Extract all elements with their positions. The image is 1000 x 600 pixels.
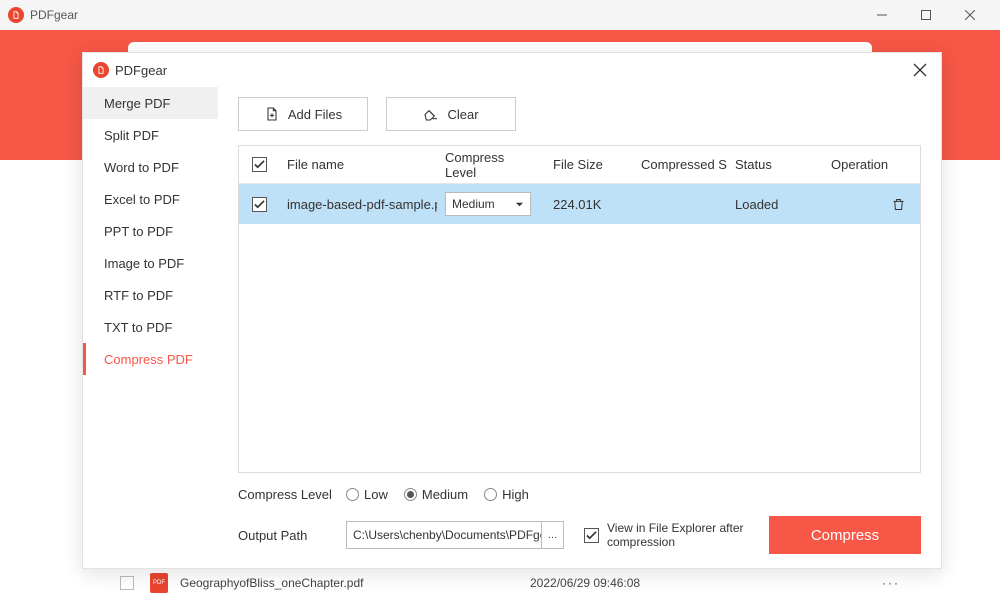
compress-button-label: Compress (811, 527, 879, 544)
sidebar-item-label: TXT to PDF (104, 320, 172, 335)
sidebar-item-txt[interactable]: TXT to PDF (83, 311, 218, 343)
radio-icon (404, 488, 417, 501)
close-button[interactable] (948, 0, 992, 30)
radio-medium[interactable]: Medium (404, 487, 468, 502)
sidebar-item-split[interactable]: Split PDF (83, 119, 218, 151)
sidebar-item-label: Merge PDF (104, 96, 170, 111)
compress-dialog: PDFgear Merge PDF Split PDF Word to PDF … (82, 52, 942, 569)
compress-level-group: Low Medium High (346, 487, 529, 502)
col-filename[interactable]: File name (279, 157, 437, 172)
chevron-down-icon (515, 200, 524, 209)
radio-icon (484, 488, 497, 501)
clear-button[interactable]: Clear (386, 97, 516, 131)
sidebar-item-image[interactable]: Image to PDF (83, 247, 218, 279)
browse-button[interactable]: … (542, 521, 564, 549)
row-checkbox[interactable] (252, 197, 267, 212)
main-panel: Add Files Clear File name Compress Level… (218, 87, 941, 568)
app-title: PDFgear (30, 8, 78, 22)
output-path-input[interactable]: C:\Users\chenby\Documents\PDFgear (346, 521, 542, 549)
select-all-checkbox[interactable] (252, 157, 267, 172)
view-explorer-option[interactable]: View in File Explorer after compression (584, 521, 757, 550)
add-files-label: Add Files (288, 107, 342, 122)
view-explorer-label: View in File Explorer after compression (607, 521, 757, 550)
dialog-logo-icon (93, 62, 109, 78)
sidebar-item-label: Excel to PDF (104, 192, 180, 207)
sidebar-item-label: Compress PDF (104, 352, 193, 367)
view-explorer-checkbox[interactable] (584, 528, 599, 543)
sidebar-item-label: PPT to PDF (104, 224, 173, 239)
row-level-select[interactable]: Medium (445, 192, 531, 216)
col-size[interactable]: File Size (545, 157, 633, 172)
sidebar-item-label: Image to PDF (104, 256, 184, 271)
radio-label: High (502, 487, 529, 502)
compress-level-label: Compress Level (238, 487, 334, 502)
compress-button[interactable]: Compress (769, 516, 921, 554)
col-status[interactable]: Status (727, 157, 823, 172)
dialog-close-button[interactable] (909, 59, 931, 81)
row-status: Loaded (727, 197, 823, 212)
col-csize[interactable]: Compressed S (633, 157, 727, 172)
output-path-value: C:\Users\chenby\Documents\PDFgear (353, 528, 542, 542)
sidebar-item-rtf[interactable]: RTF to PDF (83, 279, 218, 311)
add-files-button[interactable]: Add Files (238, 97, 368, 131)
maximize-button[interactable] (904, 0, 948, 30)
app-logo-icon (8, 7, 24, 23)
pdf-file-icon: PDF (150, 573, 168, 593)
bg-file-name[interactable]: GeographyofBliss_oneChapter.pdf (180, 576, 530, 590)
minimize-button[interactable] (860, 0, 904, 30)
radio-icon (346, 488, 359, 501)
dialog-title: PDFgear (115, 63, 167, 78)
sidebar-item-compress[interactable]: Compress PDF (83, 343, 218, 375)
file-table: File name Compress Level File Size Compr… (238, 145, 921, 473)
sidebar-item-ppt[interactable]: PPT to PDF (83, 215, 218, 247)
radio-label: Low (364, 487, 388, 502)
bg-file-checkbox[interactable] (120, 576, 134, 590)
sidebar-item-label: Word to PDF (104, 160, 179, 175)
col-operation[interactable]: Operation (823, 157, 920, 172)
bg-file-date: 2022/06/29 09:46:08 (530, 576, 876, 590)
sidebar-item-merge[interactable]: Merge PDF (83, 87, 218, 119)
clear-label: Clear (447, 107, 478, 122)
row-size: 224.01K (545, 197, 633, 212)
sidebar-item-label: Split PDF (104, 128, 159, 143)
sidebar-item-label: RTF to PDF (104, 288, 173, 303)
bottom-panel: Compress Level Low Medium High Output Pa… (238, 473, 921, 554)
main-titlebar: PDFgear (0, 0, 1000, 30)
delete-row-button[interactable] (891, 197, 906, 212)
row-filename: image-based-pdf-sample.pdf (279, 197, 437, 212)
sidebar: Merge PDF Split PDF Word to PDF Excel to… (83, 87, 218, 568)
background-file-row: PDF GeographyofBliss_oneChapter.pdf 2022… (120, 570, 900, 596)
add-file-icon (264, 106, 280, 122)
col-level[interactable]: Compress Level (437, 150, 545, 180)
radio-low[interactable]: Low (346, 487, 388, 502)
radio-label: Medium (422, 487, 468, 502)
sidebar-item-word[interactable]: Word to PDF (83, 151, 218, 183)
output-path-label: Output Path (238, 528, 334, 543)
bg-file-more[interactable]: ··· (876, 576, 900, 590)
sidebar-item-excel[interactable]: Excel to PDF (83, 183, 218, 215)
row-level-value: Medium (452, 197, 495, 211)
table-row[interactable]: image-based-pdf-sample.pdf Medium 224.01… (239, 184, 920, 224)
clear-icon (423, 106, 439, 122)
radio-high[interactable]: High (484, 487, 529, 502)
table-header: File name Compress Level File Size Compr… (239, 146, 920, 184)
dialog-titlebar: PDFgear (83, 53, 941, 87)
